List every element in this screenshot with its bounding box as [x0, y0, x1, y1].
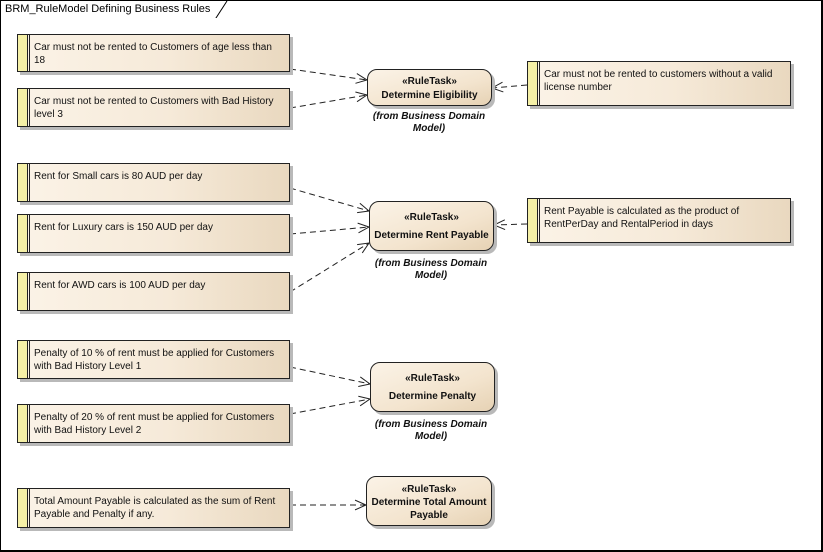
task-name: Determine Total Amount Payable [371, 497, 487, 521]
note-marker [18, 405, 28, 442]
task-name: Determine Penalty [388, 391, 477, 402]
task-origin-note: (from Business Domain Model) [374, 258, 488, 281]
note-marker [18, 341, 28, 378]
task-stereotype: «RuleTask» [404, 212, 459, 223]
task-stereotype: «RuleTask» [405, 373, 460, 384]
task-stereotype: «RuleTask» [401, 484, 457, 495]
arrowhead-icon [355, 73, 369, 84]
rule-task-determine-penalty[interactable]: «RuleTask» Determine Penalty [370, 362, 495, 412]
rule-text: Car must not be rented to Customers with… [34, 96, 274, 120]
rule-text: Car must not be rented to customers with… [544, 69, 773, 93]
rule-note[interactable]: Car must not be rented to Customers with… [17, 88, 290, 127]
dependency-arrow [289, 91, 369, 109]
dependency-arrow [289, 187, 371, 214]
task-name: Determine Eligibility [381, 90, 478, 101]
dependency-arrow [492, 219, 528, 231]
note-marker [18, 489, 28, 527]
task-stereotype: «RuleTask» [402, 76, 457, 87]
dependency-arrow [289, 395, 372, 415]
note-marker [18, 35, 28, 71]
rule-task-determine-rent-payable[interactable]: «RuleTask» Determine Rent Payable [369, 201, 494, 251]
dependency-arrow [289, 68, 369, 84]
rule-text: Penalty of 20 % of rent must be applied … [34, 412, 275, 436]
arrowhead-icon [355, 91, 369, 103]
task-origin-note: (from Business Domain Model) [372, 111, 486, 134]
rule-note[interactable]: Total Amount Payable is calculated as th… [17, 488, 290, 528]
rule-note[interactable]: Rent Payable is calculated as the produc… [527, 198, 791, 243]
rule-text: Rent for Luxury cars is 150 AUD per day [34, 222, 213, 233]
note-marker [18, 164, 28, 201]
rule-note[interactable]: Car must not be rented to customers with… [527, 61, 791, 106]
rule-note[interactable]: Rent for AWD cars is 100 AUD per day [17, 272, 290, 311]
note-marker [18, 89, 28, 126]
dependency-arrow [289, 242, 371, 293]
rule-note[interactable]: Car must not be rented to Customers of a… [17, 34, 290, 72]
note-marker [528, 62, 538, 105]
task-name: Determine Rent Payable [374, 230, 489, 241]
rule-text: Car must not be rented to Customers of a… [34, 42, 272, 66]
rule-note[interactable]: Penalty of 10 % of rent must be applied … [17, 340, 290, 379]
dependency-arrow [289, 366, 372, 387]
dependency-arrow [490, 81, 528, 93]
note-marker [528, 199, 538, 242]
rule-note[interactable]: Rent for Luxury cars is 150 AUD per day [17, 214, 290, 253]
task-origin-note: (from Business Domain Model) [374, 419, 488, 442]
rule-note[interactable]: Rent for Small cars is 80 AUD per day [17, 163, 290, 202]
rule-text: Rent for AWD cars is 100 AUD per day [34, 280, 206, 291]
rule-note[interactable]: Penalty of 20 % of rent must be applied … [17, 404, 290, 443]
rule-text: Rent for Small cars is 80 AUD per day [34, 171, 203, 182]
note-marker [18, 215, 28, 252]
rule-task-determine-eligibility[interactable]: «RuleTask» Determine Eligibility [367, 69, 492, 106]
note-marker [18, 273, 28, 310]
dependency-arrow [290, 499, 368, 511]
rule-text: Rent Payable is calculated as the produc… [544, 206, 740, 230]
rule-text: Total Amount Payable is calculated as th… [34, 496, 276, 520]
dependency-arrow [289, 222, 371, 235]
rule-task-determine-total-amount-payable[interactable]: «RuleTask» Determine Total Amount Payabl… [366, 476, 492, 526]
rule-text: Penalty of 10 % of rent must be applied … [34, 348, 275, 372]
